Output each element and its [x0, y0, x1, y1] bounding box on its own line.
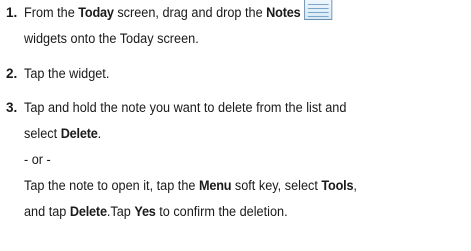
step-number: 1. [6, 5, 18, 20]
text-segment: select [24, 126, 61, 141]
text-segment: , [353, 178, 357, 193]
bold-term-notes: Notes [266, 5, 301, 20]
step-text: From the Today screen, drag and drop the… [24, 0, 442, 52]
step-number: 2. [6, 66, 18, 81]
text-segment: . [97, 126, 102, 141]
text-segment: screen, drag and drop the [113, 5, 267, 20]
bold-term-today: Today [78, 5, 114, 20]
bold-term-tools: Tools [321, 178, 354, 193]
step-number: 3. [6, 100, 18, 115]
step-3-line-5: and tap Delete.Tap Yes to confirm the de… [24, 199, 442, 225]
step-3-line-4: Tap the note to open it, tap the Menu so… [24, 173, 442, 199]
step-text: Tap the widget. [24, 61, 442, 87]
text-segment: .Tap [106, 204, 135, 219]
text-segment: From the [24, 5, 79, 20]
bold-term-yes: Yes [134, 204, 156, 219]
text-segment: and tap [24, 204, 70, 219]
bold-term-delete: Delete [69, 204, 107, 219]
instructions-page: 1. From the Today screen, drag and drop … [0, 0, 471, 251]
or-separator: - or - [24, 152, 51, 167]
step-1-line-2: widgets onto the Today screen. [24, 31, 199, 46]
step-text: Tap and hold the note you want to delete… [24, 95, 442, 225]
step-3-line-2: select Delete. [24, 121, 442, 147]
step-2-line-1: Tap the widget. [24, 66, 110, 81]
bold-term-delete: Delete [60, 126, 98, 141]
text-segment: soft key, select [231, 178, 322, 193]
text-segment: to confirm the deletion. [155, 204, 288, 219]
bold-term-menu: Menu [198, 178, 232, 193]
text-segment: Tap the note to open it, tap the [24, 178, 199, 193]
step-3-line-1: Tap and hold the note you want to delete… [24, 100, 347, 115]
notes-widget-icon [304, 0, 333, 20]
step-1-line-1: From the Today screen, drag and drop the… [24, 0, 442, 26]
